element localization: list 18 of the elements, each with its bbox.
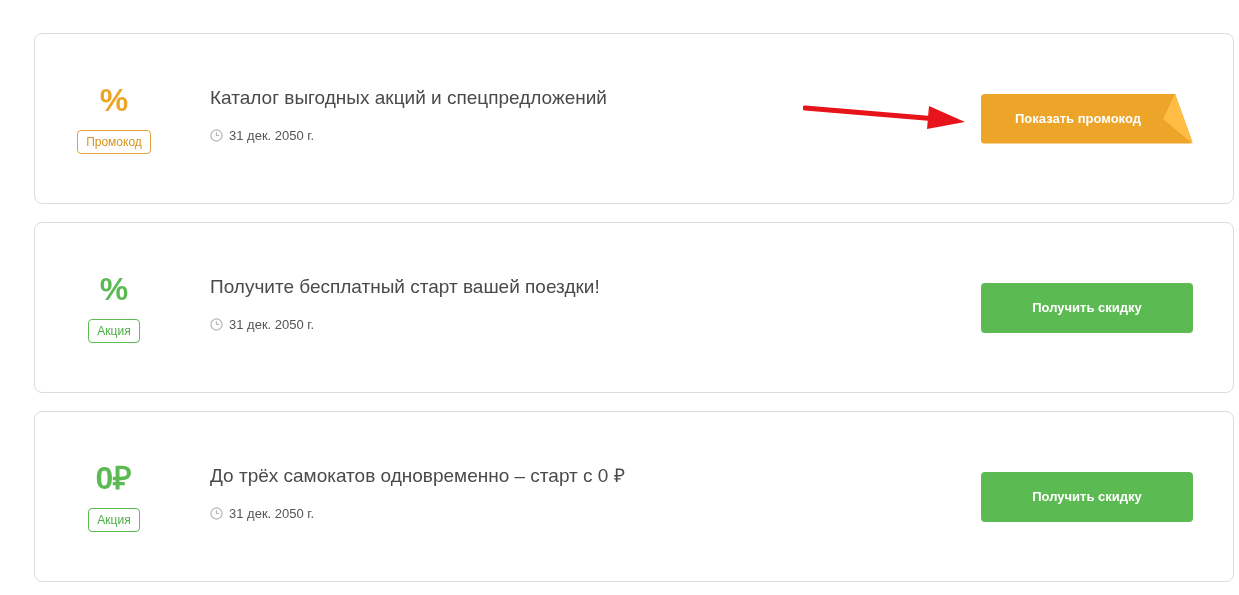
offer-title: До трёх самокатов одновременно – старт с 0 ₽ xyxy=(210,463,626,488)
get-discount-button[interactable]: Получить скидку xyxy=(981,282,1193,333)
offer-title: Каталог выгодных акций и спецпредложений xyxy=(210,85,608,110)
get-discount-button[interactable]: Получить скидку xyxy=(981,471,1193,522)
offer-symbol: 0₽ xyxy=(95,461,133,494)
clock-icon xyxy=(210,129,223,143)
offer-tag: Акция xyxy=(88,507,140,532)
offer-date: 31 дек. 2050 г. xyxy=(229,127,315,145)
offer-tag: Промокод xyxy=(77,129,151,154)
clock-icon xyxy=(210,318,223,332)
offer-tag: Акция xyxy=(88,318,140,343)
offer-date: 31 дек. 2050 г. xyxy=(229,505,315,523)
show-promo-code-button[interactable]: Показать промокод xyxy=(981,93,1193,144)
offer-title: Получите бесплатный старт вашей поездки! xyxy=(210,274,601,299)
offer-date: 31 дек. 2050 г. xyxy=(229,316,315,334)
offer-symbol: % xyxy=(99,83,129,116)
clock-icon xyxy=(210,507,223,521)
offer-symbol: % xyxy=(99,272,129,305)
